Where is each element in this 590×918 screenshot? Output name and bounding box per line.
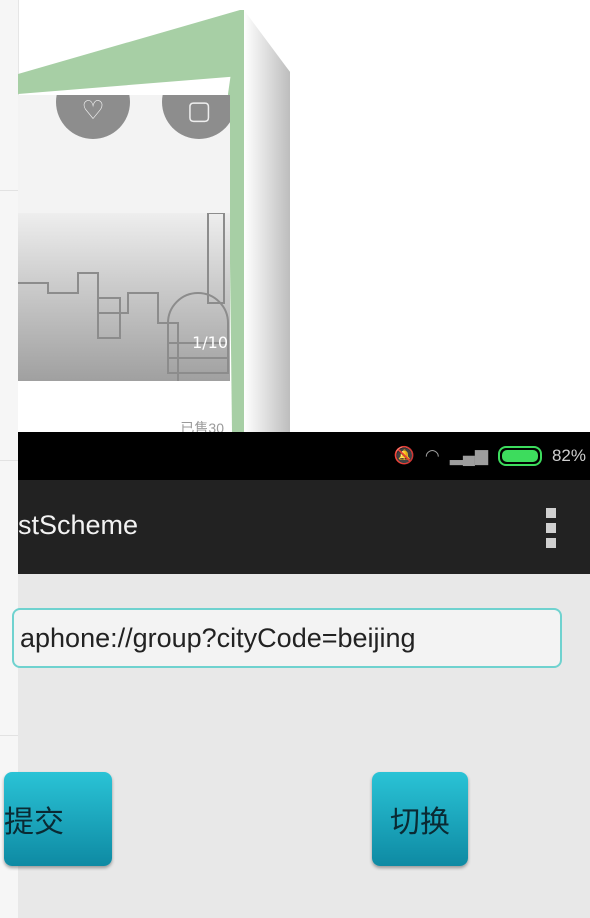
sold-count: 已售30: [180, 420, 224, 432]
submit-button[interactable]: 提交: [4, 772, 112, 866]
deal-card[interactable]: ♡ ▢ 1/10 已售30: [18, 95, 230, 432]
heart-icon: ♡: [81, 95, 105, 125]
wifi-icon: ◠: [424, 446, 440, 465]
action-bar: stScheme: [18, 480, 590, 574]
scheme-url-input[interactable]: [12, 608, 562, 668]
signal-icon: ▂▄▆: [449, 446, 488, 465]
share-button[interactable]: ▢: [162, 95, 230, 139]
status-bar: 🔕 ◠ ▂▄▆ 82%: [18, 432, 590, 480]
card-footer: 已售30: [18, 381, 230, 432]
mute-icon: 🔕: [393, 446, 415, 465]
flip-side-face: [244, 10, 290, 432]
image-counter: 1/10: [192, 333, 228, 352]
overflow-menu-icon[interactable]: [546, 508, 556, 548]
status-icons: 🔕 ◠ ▂▄▆ 82%: [394, 442, 586, 470]
switch-button[interactable]: 切换: [372, 772, 468, 866]
battery-percent: 82%: [551, 446, 586, 465]
share-icon: ▢: [186, 95, 212, 125]
app-title: stScheme: [18, 510, 139, 540]
battery-icon: [497, 446, 542, 466]
favorite-button[interactable]: ♡: [56, 95, 130, 139]
phone-screen: 🔕 ◠ ▂▄▆ 82% stScheme 提交 切换: [4, 432, 590, 918]
